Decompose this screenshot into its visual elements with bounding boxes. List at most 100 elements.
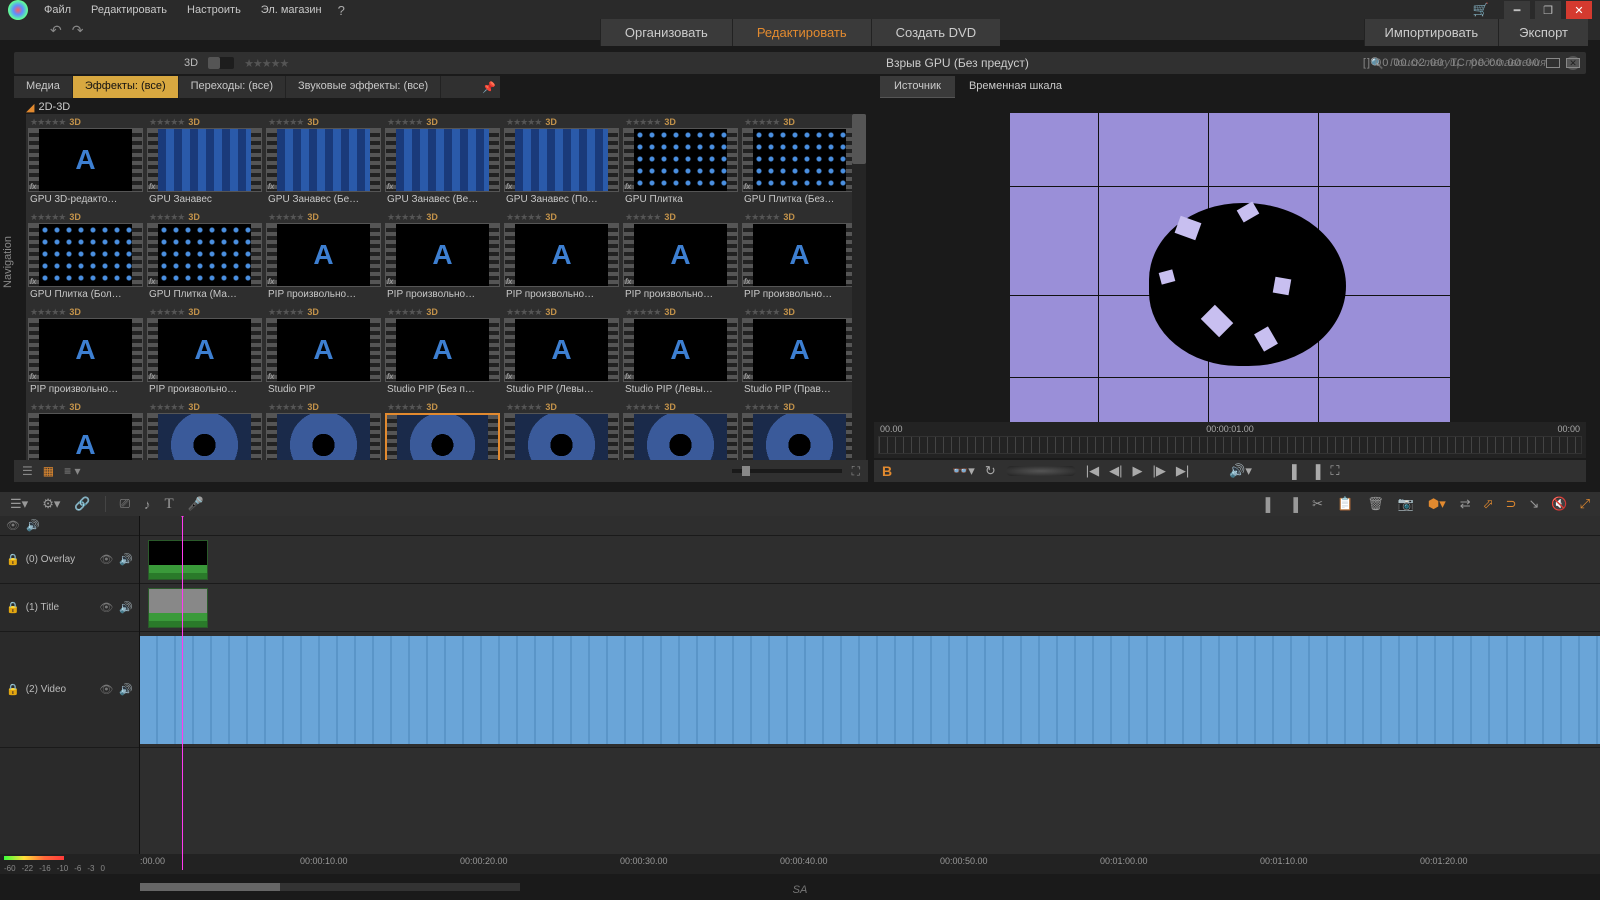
effect-item[interactable]: ★★★★★3Dfx <box>385 401 502 460</box>
step-fwd-icon[interactable]: |▶ <box>1153 463 1166 479</box>
tl-menu-icon[interactable]: ☰▾ <box>10 496 28 512</box>
item-stars[interactable]: ★★★★★ <box>744 212 779 223</box>
tl-trash-icon[interactable]: 🗑 <box>1367 496 1384 512</box>
eye-icon[interactable]: 👁 <box>6 519 20 532</box>
item-stars[interactable]: ★★★★★ <box>744 307 779 318</box>
tl-magnet-icon[interactable]: ⊃ <box>1506 496 1517 512</box>
lib-tab-effects[interactable]: Эффекты: (все) <box>73 76 179 98</box>
playhead[interactable] <box>182 516 183 870</box>
volume-icon[interactable]: 🔊▾ <box>1229 463 1252 479</box>
cart-icon[interactable]: 🛒 <box>1473 2 1489 18</box>
preview-tab-timeline[interactable]: Временная шкала <box>955 76 1076 98</box>
eye-icon[interactable]: 👁 <box>99 553 113 566</box>
menu-eshop[interactable]: Эл. магазин <box>253 2 330 18</box>
fullscreen-icon[interactable]: ⛶ <box>1330 463 1339 479</box>
effect-item[interactable]: ★★★★★3DfxAStudio PIP (Прав… <box>742 306 859 399</box>
lane-ruler[interactable] <box>140 516 1600 536</box>
effect-thumbnail[interactable]: fx <box>742 413 857 460</box>
effect-thumbnail[interactable]: fx <box>147 223 262 287</box>
effect-item[interactable]: ★★★★★3DfxAPIP произвольно… <box>504 211 621 304</box>
speaker-icon[interactable]: 🔊 <box>119 601 133 614</box>
effect-thumbnail[interactable]: fxA <box>623 223 738 287</box>
item-stars[interactable]: ★★★★★ <box>149 402 184 413</box>
export-button[interactable]: Экспорт <box>1498 19 1588 46</box>
clip-video[interactable] <box>140 636 1600 744</box>
effect-item[interactable]: ★★★★★3DfxGPU Занавес (Бе… <box>266 116 383 209</box>
effect-thumbnail[interactable]: fx <box>504 413 619 460</box>
effect-thumbnail[interactable]: fxA <box>147 318 262 382</box>
zoom-slider[interactable] <box>732 469 842 473</box>
speaker-icon[interactable]: 🔊 <box>119 553 133 566</box>
effect-thumbnail[interactable]: fx <box>147 413 262 460</box>
go-end-icon[interactable]: ▶| <box>1176 463 1189 479</box>
effect-item[interactable]: ★★★★★3DfxAPIP произвольно… <box>742 211 859 304</box>
effect-item[interactable]: ★★★★★3DfxGPU Занавес <box>147 116 264 209</box>
effect-thumbnail[interactable]: fx <box>504 128 619 192</box>
aspect-icon-2[interactable] <box>1566 58 1580 68</box>
preview-ruler[interactable] <box>878 436 1582 454</box>
effect-thumbnail[interactable]: fxA <box>266 318 381 382</box>
tl-marker-icon[interactable]: ⬢▾ <box>1428 496 1446 512</box>
tl-expand-icon[interactable]: ⤢ <box>1580 496 1590 512</box>
effect-thumbnail[interactable]: fx <box>623 128 738 192</box>
timeline-zoom-scrollbar[interactable] <box>140 883 520 891</box>
step-back-icon[interactable]: ◀| <box>1109 463 1122 479</box>
glasses-3d-icon[interactable]: 👓▾ <box>952 463 975 479</box>
tree-view-icon[interactable]: ☰ <box>22 464 33 478</box>
tl-mixer-icon[interactable]: ⎚ <box>120 496 130 512</box>
tl-insert-icon[interactable]: ⬀ <box>1483 496 1494 512</box>
clip-overlay[interactable] <box>148 540 208 580</box>
go-start-icon[interactable]: |◀ <box>1086 463 1099 479</box>
effect-item[interactable]: ★★★★★3Dfx <box>147 401 264 460</box>
fit-icon[interactable]: ⛶ <box>852 464 860 479</box>
speaker-icon[interactable]: 🔊 <box>119 683 133 696</box>
eye-icon[interactable]: 👁 <box>99 683 113 696</box>
item-stars[interactable]: ★★★★★ <box>506 307 541 318</box>
lib-tab-transitions[interactable]: Переходы: (все) <box>179 76 286 98</box>
jog-wheel[interactable] <box>1006 466 1076 476</box>
lock-icon[interactable]: 🔒 <box>6 683 20 696</box>
effect-thumbnail[interactable]: fx <box>147 128 262 192</box>
effect-thumbnail[interactable]: fx <box>266 413 381 460</box>
effect-item[interactable]: ★★★★★3DfxAStudio PIP (Без п… <box>385 306 502 399</box>
effect-item[interactable]: ★★★★★3Dfx <box>623 401 740 460</box>
item-stars[interactable]: ★★★★★ <box>268 307 303 318</box>
undo-icon[interactable]: ↶ <box>50 22 62 39</box>
effect-thumbnail[interactable]: fx <box>385 128 500 192</box>
rating-stars[interactable]: ★★★★★ <box>244 57 288 70</box>
effect-item[interactable]: ★★★★★3DfxGPU Плитка <box>623 116 740 209</box>
item-stars[interactable]: ★★★★★ <box>268 117 303 128</box>
effect-item[interactable]: ★★★★★3DfxGPU Плитка (Бол… <box>28 211 145 304</box>
tl-clipboard-icon[interactable]: 📋 <box>1337 496 1353 512</box>
effect-thumbnail[interactable]: fxA <box>623 318 738 382</box>
time-ruler[interactable]: :00.0000:00:10.0000:00:20.0000:00:30.000… <box>140 854 1600 874</box>
effect-thumbnail[interactable]: fxA <box>742 223 857 287</box>
menu-setup[interactable]: Настроить <box>179 2 249 18</box>
item-stars[interactable]: ★★★★★ <box>149 212 184 223</box>
library-scrollbar[interactable] <box>852 114 866 460</box>
grid-view-icon[interactable]: ▦ <box>43 464 54 478</box>
navigation-label[interactable]: Navigation <box>0 230 16 294</box>
toggle-3d[interactable] <box>208 57 234 69</box>
lib-tab-media[interactable]: Медиа <box>14 76 73 98</box>
effect-item[interactable]: ★★★★★3DfxGPU Занавес (По… <box>504 116 621 209</box>
effect-item[interactable]: ★★★★★3DfxAGPU 3D-редакто… <box>28 116 145 209</box>
item-stars[interactable]: ★★★★★ <box>387 117 422 128</box>
window-close[interactable]: ✕ <box>1566 1 1592 19</box>
tl-snapshot-icon[interactable]: 📷 <box>1398 496 1414 512</box>
tl-mute-icon[interactable]: 🔇 <box>1551 496 1567 512</box>
effect-thumbnail[interactable]: fxA <box>504 318 619 382</box>
tl-title-icon[interactable]: T <box>164 496 173 513</box>
list-view-icon[interactable]: ≡ ▾ <box>64 464 80 478</box>
item-stars[interactable]: ★★★★★ <box>744 402 779 413</box>
menu-file[interactable]: Файл <box>36 2 79 18</box>
import-button[interactable]: Импортировать <box>1364 19 1499 46</box>
effect-thumbnail[interactable]: fxA <box>28 318 143 382</box>
window-maximize[interactable]: ❐ <box>1535 1 1561 19</box>
item-stars[interactable]: ★★★★★ <box>30 307 65 318</box>
aspect-icon[interactable] <box>1546 58 1560 68</box>
pin-icon[interactable]: 📌 <box>478 76 500 98</box>
window-minimize[interactable]: ━ <box>1504 1 1530 19</box>
item-stars[interactable]: ★★★★★ <box>30 402 65 413</box>
effect-item[interactable]: ★★★★★3DfxAStudio PIP <box>266 306 383 399</box>
